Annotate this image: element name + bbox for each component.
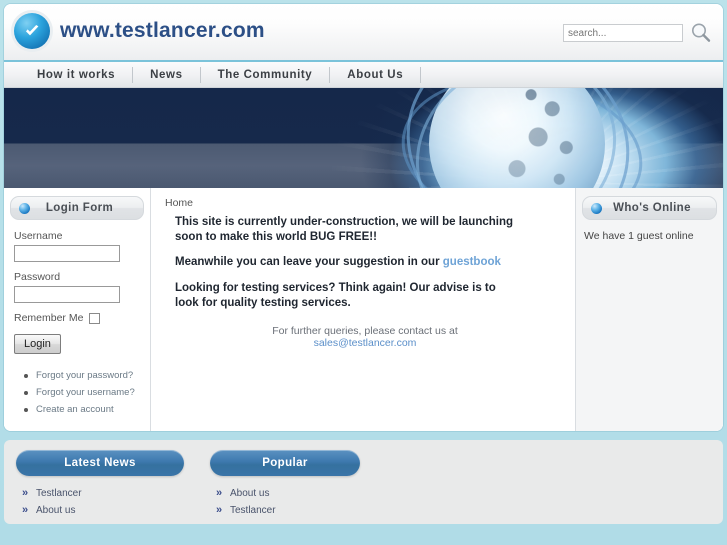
username-label: Username: [14, 230, 63, 242]
breadcrumb: Home: [165, 197, 194, 209]
nav-item-the-community[interactable]: The Community: [201, 69, 330, 81]
forgot-username-link[interactable]: Forgot your username?: [24, 387, 144, 398]
login-form-header: Login Form: [10, 196, 144, 220]
guestbook-link[interactable]: guestbook: [443, 256, 501, 268]
footer-column-latest-news: Latest News Testlancer About us: [16, 450, 184, 516]
left-sidebar: Login Form Username Password Remember Me…: [4, 188, 151, 431]
article-body: This site is currently under-constructio…: [165, 215, 561, 349]
article-paragraph-1: This site is currently under-constructio…: [175, 216, 514, 244]
nav-item-how-it-works[interactable]: How it works: [20, 69, 132, 81]
password-label: Password: [14, 271, 61, 283]
footer-link-testlancer[interactable]: Testlancer: [216, 504, 360, 516]
remember-me-checkbox[interactable]: [89, 312, 101, 324]
popular-links: About us Testlancer: [216, 487, 360, 516]
create-account-link[interactable]: Create an account: [24, 404, 144, 415]
blue-sphere-icon: [591, 202, 602, 214]
search-icon[interactable]: [689, 21, 713, 45]
right-sidebar: Who's Online We have 1 guest online: [575, 188, 723, 431]
username-input[interactable]: [14, 245, 120, 262]
site-title: www.testlancer.com: [60, 19, 265, 42]
check-badge-icon: [14, 13, 50, 49]
article-paragraph-2: Meanwhile you can leave your suggestion …: [175, 255, 515, 270]
login-helper-links: Forgot your password? Forgot your userna…: [24, 370, 144, 415]
remember-me-label: Remember Me: [14, 312, 84, 324]
latest-news-links: Testlancer About us: [22, 487, 184, 516]
contact-email-link[interactable]: sales@testlancer.com: [314, 337, 417, 349]
whos-online-status: We have 1 guest online: [584, 230, 694, 242]
contact-text: For further queries, please contact us a…: [272, 324, 458, 337]
brand[interactable]: www.testlancer.com: [14, 13, 265, 49]
footer-link-about-us[interactable]: About us: [216, 487, 360, 499]
nav-separator: [420, 66, 422, 83]
nav-item-about-us[interactable]: About Us: [330, 69, 420, 81]
remember-me-row: Remember Me: [14, 312, 144, 324]
search-input[interactable]: [563, 24, 683, 42]
contact-block: For further queries, please contact us a…: [175, 325, 555, 349]
footer-link-testlancer[interactable]: Testlancer: [22, 487, 184, 499]
site-shell: www.testlancer.com How it works News The…: [4, 4, 723, 431]
blue-sphere-icon: [19, 202, 30, 214]
nav-item-news[interactable]: News: [133, 69, 199, 81]
site-header: www.testlancer.com: [4, 4, 723, 62]
article-paragraph-2-text: Meanwhile you can leave your suggestion …: [175, 256, 443, 269]
content-area: Login Form Username Password Remember Me…: [4, 188, 723, 431]
whos-online-title: Who's Online: [613, 202, 691, 214]
footer-column-popular: Popular About us Testlancer: [210, 450, 360, 516]
forgot-password-link[interactable]: Forgot your password?: [24, 370, 144, 381]
article-paragraph-3: Looking for testing services? Think agai…: [175, 281, 496, 309]
password-input[interactable]: [14, 286, 120, 303]
search-area: [563, 21, 713, 45]
login-form-title: Login Form: [45, 202, 114, 214]
hero-banner: [4, 88, 723, 188]
main-navigation: How it works News The Community About Us: [4, 62, 723, 88]
login-button[interactable]: Login: [14, 334, 61, 354]
whos-online-header: Who's Online: [582, 196, 717, 220]
main-content: Home This site is currently under-constr…: [151, 188, 575, 431]
popular-heading[interactable]: Popular: [210, 450, 360, 476]
latest-news-heading[interactable]: Latest News: [16, 450, 184, 476]
page-root: www.testlancer.com How it works News The…: [0, 0, 727, 545]
footer-link-about-us[interactable]: About us: [22, 504, 184, 516]
site-footer: Latest News Testlancer About us Popular …: [4, 440, 723, 524]
